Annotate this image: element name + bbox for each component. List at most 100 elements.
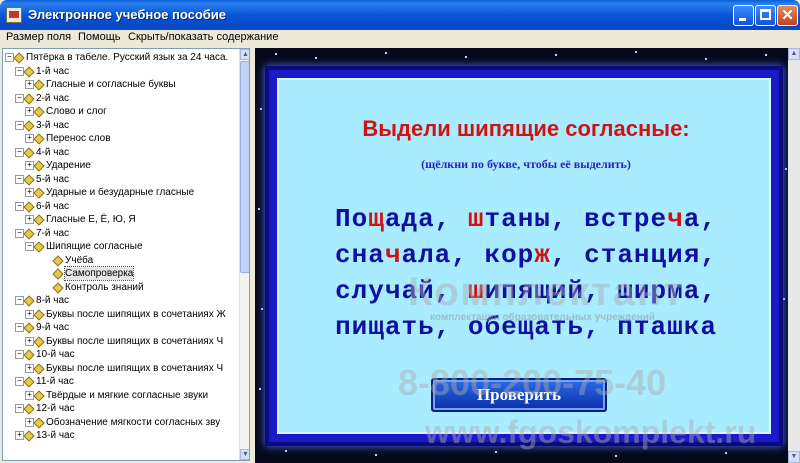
tree-item-label: 12-й час [36,403,75,414]
topic-icon [33,308,45,321]
menu-item-help[interactable]: Помощь [78,31,121,43]
star-dot [259,388,261,390]
topic-icon [33,187,45,199]
tree-scrollbar[interactable]: ▲ ▼ [239,49,249,460]
tree-item-label: Ударение [46,160,91,171]
star-dot [555,54,557,56]
exercise-card-inner: Выдели шипящие согласные: (щёлкни по бук… [277,78,771,434]
tree-item-label: Шипящие согласные [46,241,143,252]
word-line[interactable]: сначала, корж, станция, [279,240,773,270]
word-line[interactable]: случай, шипящий, ширма, [279,276,773,306]
star-dot [783,298,785,300]
title-bar[interactable]: Электронное учебное пособие ✕ [0,0,800,30]
topic-icon [33,133,45,145]
exercise-title: Выдели шипящие согласные: [362,116,690,141]
menu-item-toggle-contents[interactable]: Скрыть/показать содержание [128,31,278,43]
topic-icon [52,281,64,294]
topic-icon [23,295,35,307]
star-dot [375,454,377,456]
star-dot [785,168,787,170]
star-dot [258,208,260,210]
word-text[interactable]: По [335,204,368,234]
maximize-button[interactable] [755,5,776,26]
tree-item-label: 3-й час [36,119,70,131]
app-icon[interactable] [6,7,22,23]
star-dot [765,54,767,56]
star-dot [385,52,387,54]
topic-icon [52,268,64,280]
content-scrollbar[interactable]: ▲ ▼ [788,48,800,463]
word-text[interactable]: ипящий, ширма, [485,276,717,306]
tree-item-label: Перенос слов [46,133,111,144]
star-dot [275,53,277,55]
star-dot [261,308,263,310]
highlighted-letter[interactable]: ч [667,204,684,234]
topic-icon [33,335,45,348]
check-button[interactable]: Проверить [431,378,607,412]
topic-icon [33,241,45,253]
tree-item-label: 13-й час [36,430,75,441]
topic-icon [33,79,45,91]
tree-item-label: 6-й час [36,200,70,212]
topic-icon [23,200,35,213]
scroll-up-icon[interactable]: ▲ [240,49,249,60]
content-area: Выдели шипящие согласные: (щёлкни по бук… [255,48,800,463]
topic-icon [23,376,35,388]
tree-item-label: 7-й час [36,227,70,239]
word-text[interactable]: случай, [335,276,468,306]
minimize-icon [739,18,746,21]
word-line[interactable]: Пощада, штаны, встреча, [279,204,773,234]
menu-bar: Размер поля Помощь Скрыть/показать содер… [0,30,800,46]
topic-icon [23,92,35,105]
highlighted-letter[interactable]: щ [368,204,385,234]
scroll-down-icon[interactable]: ▼ [240,449,249,460]
topic-icon [23,146,35,159]
topic-icon [23,65,35,78]
close-button[interactable]: ✕ [777,5,798,26]
menu-item-size[interactable]: Размер поля [6,31,71,43]
word-text[interactable]: , станция, [551,240,717,270]
word-text[interactable]: ада, [385,204,468,234]
topic-icon [33,362,45,375]
tree-item-label: Пятёрка в табеле. Русский язык за 24 час… [26,52,229,63]
topic-icon [33,389,45,402]
scroll-thumb[interactable] [240,61,249,273]
topic-icon [33,214,45,226]
topic-icon [23,173,35,186]
close-icon: ✕ [781,7,794,24]
word-text[interactable]: а, [684,204,717,234]
word-line[interactable]: пищать, обещать, пташка [279,312,773,342]
star-dot [465,56,467,58]
topic-icon [23,119,35,132]
tree-item-label: 8-й час [36,295,70,306]
tree-item-label: Гласные и согласные буквы [46,79,176,90]
highlighted-letter[interactable]: ш [468,276,485,306]
topic-icon [23,227,35,240]
star-dot [615,455,617,457]
tree-item-label: Контроль знаний [65,281,144,293]
content-scroll-down-icon[interactable]: ▼ [788,451,800,463]
tree-item-label: 5-й час [36,173,70,185]
word-text[interactable]: ала, кор [401,240,534,270]
highlighted-letter[interactable]: ж [534,240,551,270]
contents-tree: − Пятёрка в табеле. Русский язык за 24 ча… [2,48,250,461]
word-text[interactable]: таны, встре [484,204,667,234]
tree-item-label: Гласные Е, Ё, Ю, Я [46,214,136,225]
tree-item-label: 4-й час [36,146,70,158]
star-dot [705,58,707,60]
word-text[interactable]: сна [335,240,385,270]
tree-item-label: 10-й час [36,349,75,360]
star-dot [315,57,317,59]
topic-icon [33,106,45,118]
content-scroll-up-icon[interactable]: ▲ [788,48,800,60]
tree-item-label: Твёрдые и мягкие согласные звуки [46,389,209,401]
star-dot [725,452,727,454]
tree-item-label: Учёба [65,254,94,266]
minimize-button[interactable] [733,5,754,26]
tree-item-label: Буквы после шипящих в сочетаниях Ж [46,308,226,320]
highlighted-letter[interactable]: ш [468,204,485,234]
word-text[interactable]: пищать, обещать, пташка [335,312,717,342]
topic-icon [23,403,35,415]
tree-item-label: Ударные и безударные гласные [46,187,195,198]
highlighted-letter[interactable]: ч [385,240,402,270]
